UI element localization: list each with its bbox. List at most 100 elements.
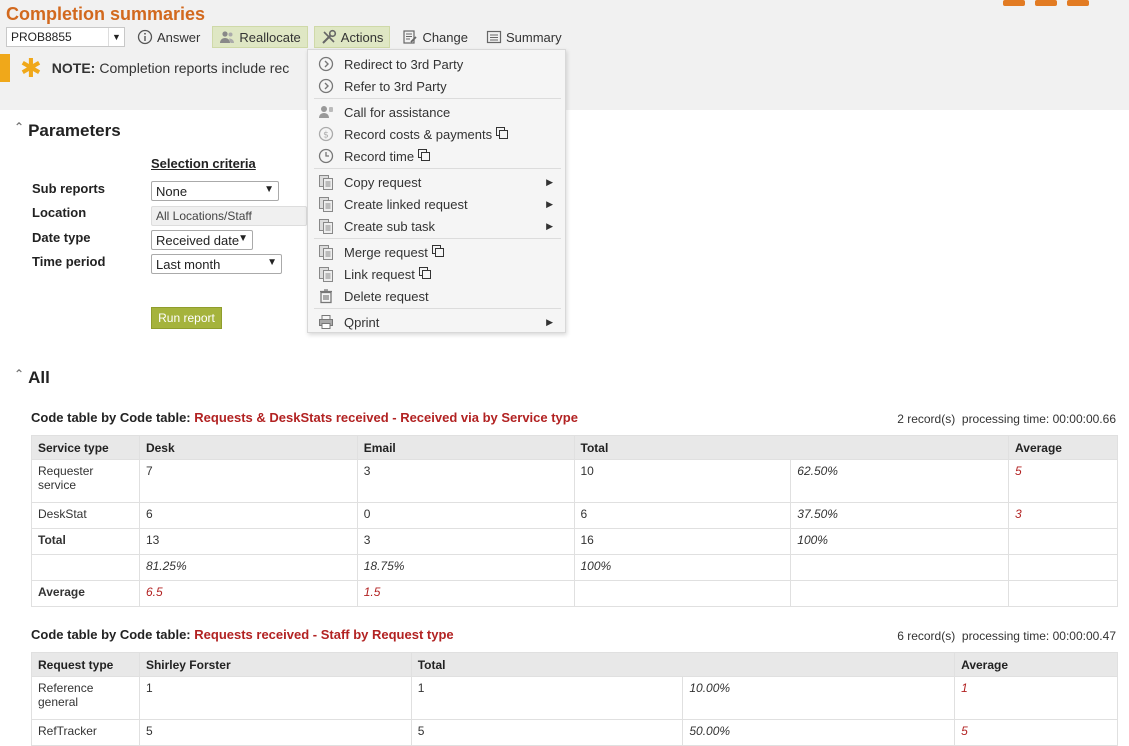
menu-item-create-linked-request[interactable]: Create linked request ▶ [308,193,565,215]
cell-percent: 37.50% [790,502,1010,529]
actions-button[interactable]: Actions [313,26,391,48]
table-row: Requester service 7 3 10 62.50% 5 [31,459,1118,503]
cell-percent [790,554,1010,581]
table1-caption: Code table by Code table: Requests & Des… [31,410,578,425]
printer-icon [317,313,335,331]
selection-criteria-heading: Selection criteria [151,156,256,171]
date-type-select[interactable]: Received date ▼ [151,230,253,250]
menu-item-merge-request[interactable]: Merge request [308,241,565,263]
copy-icon [317,243,335,261]
location-field[interactable]: All Locations/Staff [151,206,307,226]
new-window-icon [418,266,431,282]
submenu-arrow-icon: ▶ [546,198,553,209]
chevron-circle-icon [317,77,335,95]
menu-item-call-for-assistance[interactable]: Call for assistance [308,101,565,123]
cell-total: 1 [410,676,684,720]
parameters-title: Parameters [28,121,121,140]
reallocate-button[interactable]: Reallocate [212,26,308,48]
chevron-down-icon: ▼ [267,257,277,268]
copy-icon [317,173,335,191]
users-icon [220,31,235,43]
menu-item-label: Create linked request [344,196,468,212]
table-row: DeskStat 6 0 6 37.50% 3 [31,502,1118,529]
menu-item-label: Delete request [344,288,429,304]
column-header[interactable]: Average [954,652,1118,677]
cell-percent: 100% [790,528,1010,555]
user-call-icon [317,103,335,121]
menu-item-redirect-3rd-party[interactable]: Redirect to 3rd Party [308,53,565,75]
table1-processing: processing time: 00:00:00.66 [961,412,1116,426]
row-label: Average [31,580,140,607]
new-window-icon [418,148,431,164]
menu-item-create-sub-task[interactable]: Create sub task ▶ [308,215,565,237]
cell-percent: 50.00% [682,719,956,746]
column-header[interactable]: Shirley Forster [138,652,412,677]
chevron-down-icon[interactable]: ▼ [108,28,124,46]
menu-item-copy-request[interactable]: Copy request ▶ [308,171,565,193]
collapse-icon[interactable]: ⌃ [14,367,24,381]
column-header[interactable]: Total [410,652,956,677]
answer-button[interactable]: Answer [131,26,206,48]
menu-item-record-costs[interactable]: $ Record costs & payments [308,123,565,145]
toolbar: PROB8855 ▼ Answer Reallocate Actions Cha… [6,26,568,48]
table2-records: 6 record(s) [897,629,956,643]
cell-average[interactable]: 5 [1008,459,1118,503]
menu-item-link-request[interactable]: Link request [308,263,565,285]
cell-desk[interactable]: 6.5 [138,580,358,607]
actions-label: Actions [340,29,384,45]
change-label: Change [422,29,468,45]
menu-item-label: Copy request [344,174,422,190]
column-header[interactable]: Service type [31,435,140,460]
request-id-combo[interactable]: PROB8855 ▼ [6,27,125,47]
parameters-heading[interactable]: ⌃ Parameters [14,120,121,141]
column-header[interactable]: Total [573,435,1010,460]
time-period-label: Time period [32,254,106,269]
cell-total: 100% [573,554,792,581]
menu-item-delete-request[interactable]: Delete request [308,285,565,307]
all-title: All [28,368,50,387]
menu-divider [314,168,561,169]
menu-item-qprint[interactable]: Qprint ▶ [308,311,565,333]
cell-desk: 81.25% [138,554,358,581]
menu-divider [314,238,561,239]
time-period-value: Last month [156,256,221,272]
sub-reports-select[interactable]: None ▼ [151,181,279,201]
cell-average[interactable]: 1 [954,676,1118,720]
collapse-icon[interactable]: ⌃ [14,120,24,134]
menu-item-label: Create sub task [344,218,436,234]
table-header-row: Service type Desk Email Total Average [31,435,1118,460]
date-type-label: Date type [32,230,91,245]
table-row: Reference general 1 1 10.00% 1 [31,676,1118,720]
table-header-row: Request type Shirley Forster Total Avera… [31,652,1118,677]
cell-average [1008,580,1118,607]
reallocate-label: Reallocate [239,29,301,45]
note-text: NOTE: Completion reports include rec [52,60,289,76]
cell-average[interactable]: 5 [954,719,1118,746]
cell-email[interactable]: 1.5 [356,580,575,607]
table1-meta: 2 record(s) processing time: 00:00:00.66 [897,412,1116,426]
row-label [31,554,140,581]
cell-email: 3 [356,528,575,555]
page-title: Completion summaries [6,4,206,24]
run-report-button[interactable]: Run report [151,307,222,329]
column-header[interactable]: Desk [138,435,358,460]
summary-button[interactable]: Summary [480,26,568,48]
column-header[interactable]: Average [1008,435,1118,460]
all-heading[interactable]: ⌃ All [14,367,50,388]
menu-item-record-time[interactable]: Record time [308,145,565,167]
cell-average[interactable]: 3 [1008,502,1118,529]
change-button[interactable]: Change [396,26,474,48]
row-label: RefTracker [31,719,140,746]
cell-total: 5 [410,719,684,746]
submenu-arrow-icon: ▶ [546,176,553,187]
time-period-select[interactable]: Last month ▼ [151,254,282,274]
location-label: Location [32,205,87,220]
column-header[interactable]: Request type [31,652,140,677]
note-label: NOTE: [51,60,96,76]
cell-staff: 5 [138,719,412,746]
menu-item-label: Refer to 3rd Party [344,78,447,94]
location-value: All Locations/Staff [156,209,252,223]
menu-item-refer-3rd-party[interactable]: Refer to 3rd Party [308,75,565,97]
table2-meta: 6 record(s) processing time: 00:00:00.47 [897,629,1116,643]
column-header[interactable]: Email [356,435,575,460]
